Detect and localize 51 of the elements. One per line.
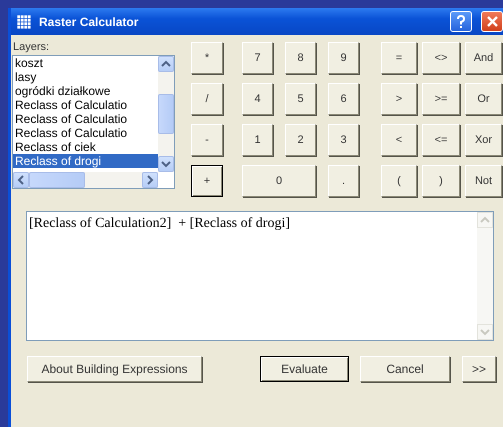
number-key[interactable]: 7 [242, 42, 273, 74]
operator-key[interactable]: + [191, 165, 223, 197]
question-icon [456, 14, 466, 28]
operator-key[interactable]: / [191, 83, 223, 115]
layer-item[interactable]: koszt [13, 56, 158, 70]
number-key[interactable]: 6 [328, 83, 359, 115]
dialog-button[interactable]: Evaluate [260, 356, 349, 382]
number-key[interactable]: 9 [328, 42, 359, 74]
layers-list[interactable]: koszt lasy ogródki działkowe Reclass of Calculatio Reclass of Calculatio Reclass of Calculatio Reclass of ciek Reclass of drogi [12, 55, 175, 189]
number-key[interactable]: 3 [328, 124, 359, 156]
close-button[interactable] [481, 11, 503, 32]
operator-key[interactable]: - [191, 124, 223, 156]
layer-item[interactable]: lasy [13, 70, 158, 84]
dialog-button[interactable]: About Building Expressions [27, 356, 202, 382]
layer-item[interactable]: ogródki działkowe [13, 84, 158, 98]
dialog-button[interactable]: >> [462, 356, 496, 382]
number-key[interactable]: 2 [285, 124, 316, 156]
logic-key[interactable]: Xor [465, 124, 502, 156]
help-button[interactable] [450, 11, 472, 32]
dialog-button[interactable]: Cancel [360, 356, 450, 382]
vertical-scrollbar[interactable] [158, 56, 174, 172]
number-key[interactable]: . [328, 165, 359, 197]
number-key[interactable]: 1 [242, 124, 273, 156]
logic-key[interactable]: < [381, 124, 417, 156]
close-icon [486, 16, 498, 27]
logic-key[interactable]: ( [381, 165, 417, 197]
logic-key[interactable]: And [465, 42, 502, 74]
grid-icon [17, 14, 31, 28]
horizontal-scrollbar[interactable] [13, 172, 158, 188]
expression-field[interactable]: [Reclass of Calculation2] + [Reclass of drogi] [26, 211, 494, 341]
number-key[interactable]: 0 [242, 165, 316, 197]
number-key[interactable]: 4 [242, 83, 273, 115]
vertical-scrollbar[interactable] [477, 212, 493, 340]
logic-key[interactable]: > [381, 83, 417, 115]
logic-key[interactable]: Not [465, 165, 502, 197]
operator-key[interactable]: * [191, 42, 223, 74]
logic-key[interactable]: <> [422, 42, 460, 74]
layer-item[interactable]: Reclass of drogi [13, 154, 158, 168]
layer-item[interactable]: Reclass of Calculatio [13, 98, 158, 112]
layer-item[interactable]: Reclass of Calculatio [13, 112, 158, 126]
logic-key[interactable]: <= [422, 124, 460, 156]
number-key[interactable]: 5 [285, 83, 316, 115]
logic-key[interactable]: ) [422, 165, 460, 197]
number-key[interactable]: 8 [285, 42, 316, 74]
logic-key[interactable]: >= [422, 83, 460, 115]
logic-key[interactable]: Or [465, 83, 502, 115]
layer-item[interactable]: Reclass of Calculatio [13, 126, 158, 140]
layer-item[interactable]: Reclass of ciek [13, 140, 158, 154]
window-title: Raster Calculator [39, 14, 140, 28]
layers-label: Layers: [13, 41, 50, 55]
logic-key[interactable]: = [381, 42, 417, 74]
